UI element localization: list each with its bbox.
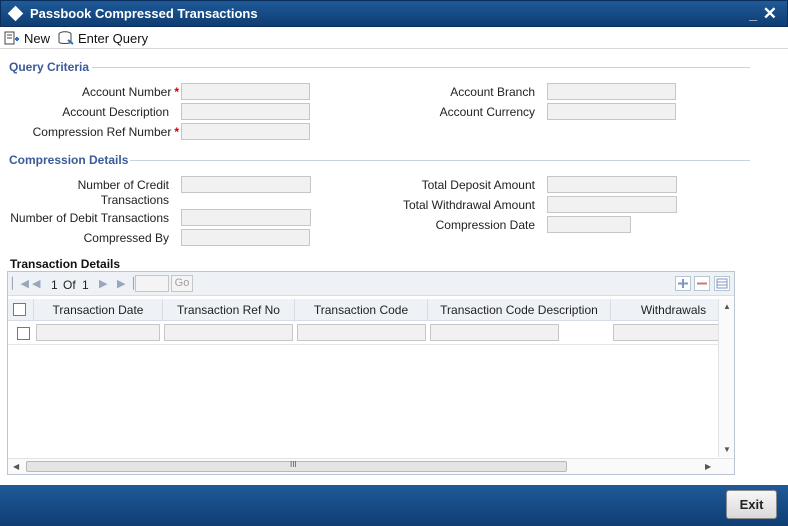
row-transaction-code-field[interactable] xyxy=(297,324,426,341)
num-debit-field[interactable] xyxy=(181,209,311,226)
header-checkbox-cell xyxy=(8,299,34,321)
scroll-right-icon[interactable]: ▶ xyxy=(705,462,711,471)
account-number-field[interactable] xyxy=(181,83,310,100)
add-row-button[interactable] xyxy=(675,276,691,291)
footer-bar: Exit xyxy=(0,485,788,526)
row-transaction-ref-no-field[interactable] xyxy=(164,324,293,341)
row-withdrawals-field[interactable] xyxy=(613,324,719,341)
header-transaction-code-description[interactable]: Transaction Code Description xyxy=(428,299,611,321)
select-all-checkbox[interactable] xyxy=(13,303,26,316)
new-icon xyxy=(4,31,19,45)
num-debit-label: Number of Debit Transactions xyxy=(10,211,169,225)
horizontal-scroll-thumb[interactable]: III xyxy=(26,460,567,472)
close-icon[interactable]: ✕ xyxy=(763,4,777,24)
minimize-icon[interactable]: _ xyxy=(749,7,757,21)
header-transaction-date[interactable]: Transaction Date xyxy=(34,299,163,321)
compression-date-field[interactable] xyxy=(547,216,631,233)
window-title: Passbook Compressed Transactions xyxy=(30,6,258,21)
compressed-by-field[interactable] xyxy=(181,229,310,246)
new-label: New xyxy=(24,30,51,46)
required-marker: * xyxy=(174,85,179,99)
compression-ref-label: Compression Ref Number * xyxy=(32,125,179,139)
list-icon xyxy=(716,278,728,289)
enter-query-label: Enter Query xyxy=(78,30,149,46)
account-branch-label: Account Branch xyxy=(450,85,535,99)
horizontal-scrollbar[interactable]: ◀ III ▶ xyxy=(8,458,734,474)
row-transaction-date-field[interactable] xyxy=(36,324,160,341)
last-page-icon[interactable]: ▶▕ xyxy=(117,277,134,290)
delete-row-button[interactable] xyxy=(694,276,710,291)
account-currency-label: Account Currency xyxy=(439,105,535,119)
compression-ref-field[interactable] xyxy=(181,123,310,140)
account-branch-field[interactable] xyxy=(547,83,676,100)
compression-date-label: Compression Date xyxy=(435,218,535,232)
vertical-scrollbar[interactable]: ▲ ▼ xyxy=(718,299,734,457)
compression-details-divider xyxy=(130,160,750,161)
first-page-icon[interactable]: ▏◀ xyxy=(12,277,29,290)
scroll-down-icon[interactable]: ▼ xyxy=(723,445,731,454)
table-row xyxy=(8,321,719,345)
compression-details-title: Compression Details xyxy=(9,153,129,167)
page-number-input[interactable] xyxy=(135,275,169,292)
pager-of-label: Of xyxy=(63,278,76,292)
total-deposit-field[interactable] xyxy=(547,176,677,193)
query-criteria-title: Query Criteria xyxy=(9,60,90,74)
pager-current: 1 xyxy=(51,278,58,292)
exit-button[interactable]: Exit xyxy=(726,490,777,519)
enter-query-icon xyxy=(58,31,74,45)
account-number-label: Account Number * xyxy=(81,85,179,99)
row-checkbox[interactable] xyxy=(17,327,30,340)
scroll-grip: III xyxy=(290,460,297,469)
scroll-up-icon[interactable]: ▲ xyxy=(723,302,731,311)
row-transaction-code-description-field[interactable] xyxy=(430,324,559,341)
prev-page-icon[interactable]: ◀ xyxy=(32,277,40,290)
plus-icon xyxy=(678,279,688,288)
scroll-left-icon[interactable]: ◀ xyxy=(13,462,19,471)
compressed-by-label: Compressed By xyxy=(83,231,169,245)
transaction-grid: ▏◀ ◀ 1 Of 1 ▶ ▶▕ Go Transaction Date Tra… xyxy=(7,271,735,475)
header-transaction-code[interactable]: Transaction Code xyxy=(295,299,428,321)
form-content: Query Criteria Account Number * Account D… xyxy=(0,49,788,485)
grid-pager: ▏◀ ◀ 1 Of 1 ▶ ▶▕ Go xyxy=(8,272,734,296)
transaction-details-title: Transaction Details xyxy=(10,257,121,271)
pager-total: 1 xyxy=(82,278,89,292)
single-view-button[interactable] xyxy=(714,276,730,291)
header-transaction-ref-no[interactable]: Transaction Ref No xyxy=(163,299,295,321)
account-description-field[interactable] xyxy=(181,103,310,120)
window-diamond-icon xyxy=(7,5,24,22)
num-credit-field[interactable] xyxy=(181,176,311,193)
go-button[interactable]: Go xyxy=(171,275,193,292)
window-title-bar: Passbook Compressed Transactions _ ✕ xyxy=(0,0,788,27)
num-credit-label: Number of Credit Transactions xyxy=(77,178,169,207)
enter-query-button[interactable]: Enter Query xyxy=(58,29,148,47)
new-button[interactable]: New xyxy=(4,29,50,47)
total-withdrawal-field[interactable] xyxy=(547,196,677,213)
grid-header: Transaction Date Transaction Ref No Tran… xyxy=(8,299,719,321)
account-currency-field[interactable] xyxy=(547,103,676,120)
account-description-label: Account Description xyxy=(62,105,169,119)
minus-icon xyxy=(697,282,707,285)
total-deposit-label: Total Deposit Amount xyxy=(421,178,535,192)
toolbar: New Enter Query xyxy=(0,27,788,49)
next-page-icon[interactable]: ▶ xyxy=(99,277,107,290)
total-withdrawal-label: Total Withdrawal Amount xyxy=(402,198,535,212)
required-marker: * xyxy=(174,125,179,139)
query-criteria-divider xyxy=(92,67,750,68)
